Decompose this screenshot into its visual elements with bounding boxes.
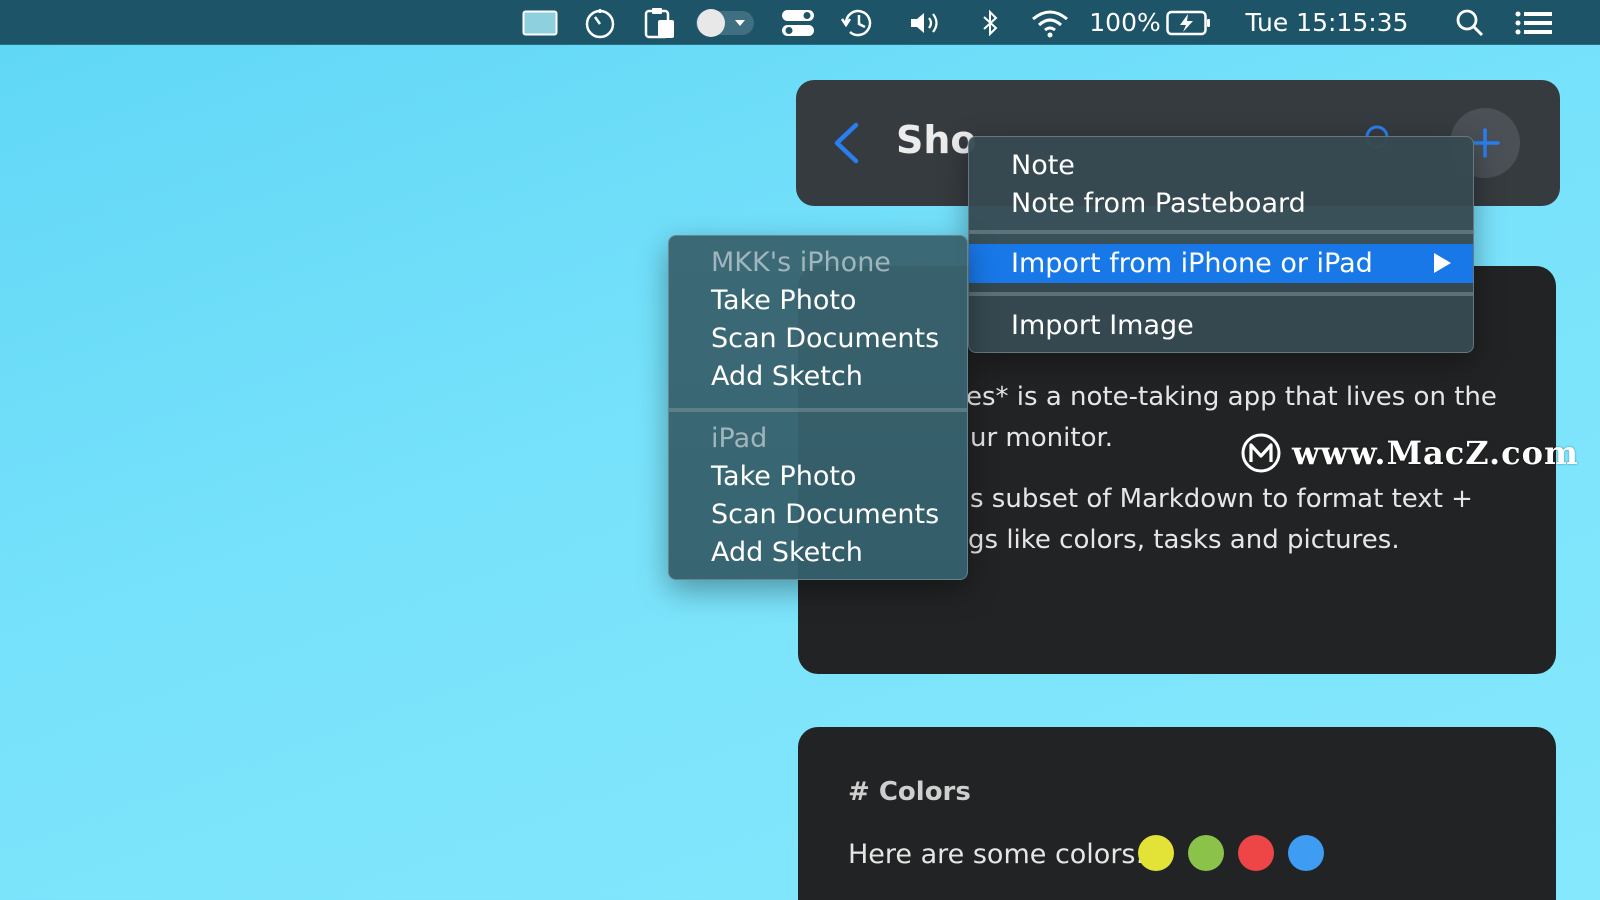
- submenu-device-header: MKK's iPhone: [711, 246, 891, 278]
- battery-charging-icon[interactable]: [1164, 0, 1214, 45]
- menu-item-import-image[interactable]: Import Image: [969, 307, 1473, 343]
- time-machine-icon[interactable]: [838, 0, 878, 45]
- menu-item-note[interactable]: Note: [969, 147, 1473, 183]
- note-text-line: es* is a note-taking app that lives on t…: [966, 382, 1497, 412]
- wifi-icon[interactable]: [1028, 0, 1072, 45]
- menu-item-import-from-iphone-or-ipad[interactable]: Import from iPhone or iPad: [969, 244, 1473, 283]
- colors-heading: # Colors: [848, 777, 971, 807]
- control-center-icon[interactable]: [778, 0, 818, 45]
- page-title: Sho: [896, 118, 977, 162]
- menu-separator: [669, 408, 967, 412]
- submenu-item-add-sketch[interactable]: Add Sketch: [669, 358, 967, 394]
- colors-note-card[interactable]: # Colors Here are some colors:: [798, 727, 1556, 900]
- clipboard-icon[interactable]: [640, 0, 680, 45]
- colors-text: Here are some colors:: [848, 839, 1145, 870]
- spotlight-search-icon[interactable]: [1452, 0, 1488, 45]
- watermark: www.MacZ.com: [1240, 432, 1579, 474]
- color-swatch[interactable]: [1138, 835, 1174, 871]
- submenu-item-take-photo[interactable]: Take Photo: [669, 282, 967, 318]
- screen-icon[interactable]: [520, 0, 560, 45]
- note-text-line: s subset of Markdown to format text +: [970, 484, 1473, 514]
- submenu-item-scan-documents[interactable]: Scan Documents: [669, 320, 967, 356]
- menu-separator: [969, 292, 1473, 296]
- timer-icon[interactable]: [582, 0, 618, 45]
- menu-bar: 100% Tue 15:15:35: [0, 0, 1600, 45]
- watermark-text: www.MacZ.com: [1292, 434, 1579, 472]
- color-swatch[interactable]: [1288, 835, 1324, 871]
- note-text-line: gs like colors, tasks and pictures.: [968, 525, 1400, 555]
- note-text-line: ur monitor.: [970, 423, 1114, 453]
- menu-item-note-from-pasteboard[interactable]: Note from Pasteboard: [969, 185, 1473, 221]
- submenu-item-take-photo[interactable]: Take Photo: [669, 458, 967, 494]
- color-swatches: [1138, 835, 1324, 871]
- back-chevron-icon[interactable]: [832, 122, 860, 168]
- battery-percentage: 100%: [1089, 8, 1161, 37]
- menu-separator: [969, 230, 1473, 234]
- submenu-device-header: iPad: [711, 422, 768, 454]
- color-swatch[interactable]: [1238, 835, 1274, 871]
- clock[interactable]: Tue 15:15:35: [1238, 0, 1416, 45]
- volume-icon[interactable]: [906, 0, 946, 45]
- toggle-dropdown-icon[interactable]: [694, 0, 758, 45]
- menu-list-icon[interactable]: [1514, 0, 1554, 45]
- import-device-submenu: MKK's iPhone Take Photo Scan Documents A…: [668, 235, 968, 580]
- new-item-menu: Note Note from Pasteboard Import from iP…: [968, 136, 1474, 353]
- submenu-item-add-sketch[interactable]: Add Sketch: [669, 534, 967, 570]
- submenu-item-scan-documents[interactable]: Scan Documents: [669, 496, 967, 532]
- submenu-arrow-icon: [1434, 253, 1451, 273]
- bluetooth-icon[interactable]: [974, 0, 1006, 45]
- color-swatch[interactable]: [1188, 835, 1224, 871]
- macz-logo-icon: [1241, 433, 1281, 473]
